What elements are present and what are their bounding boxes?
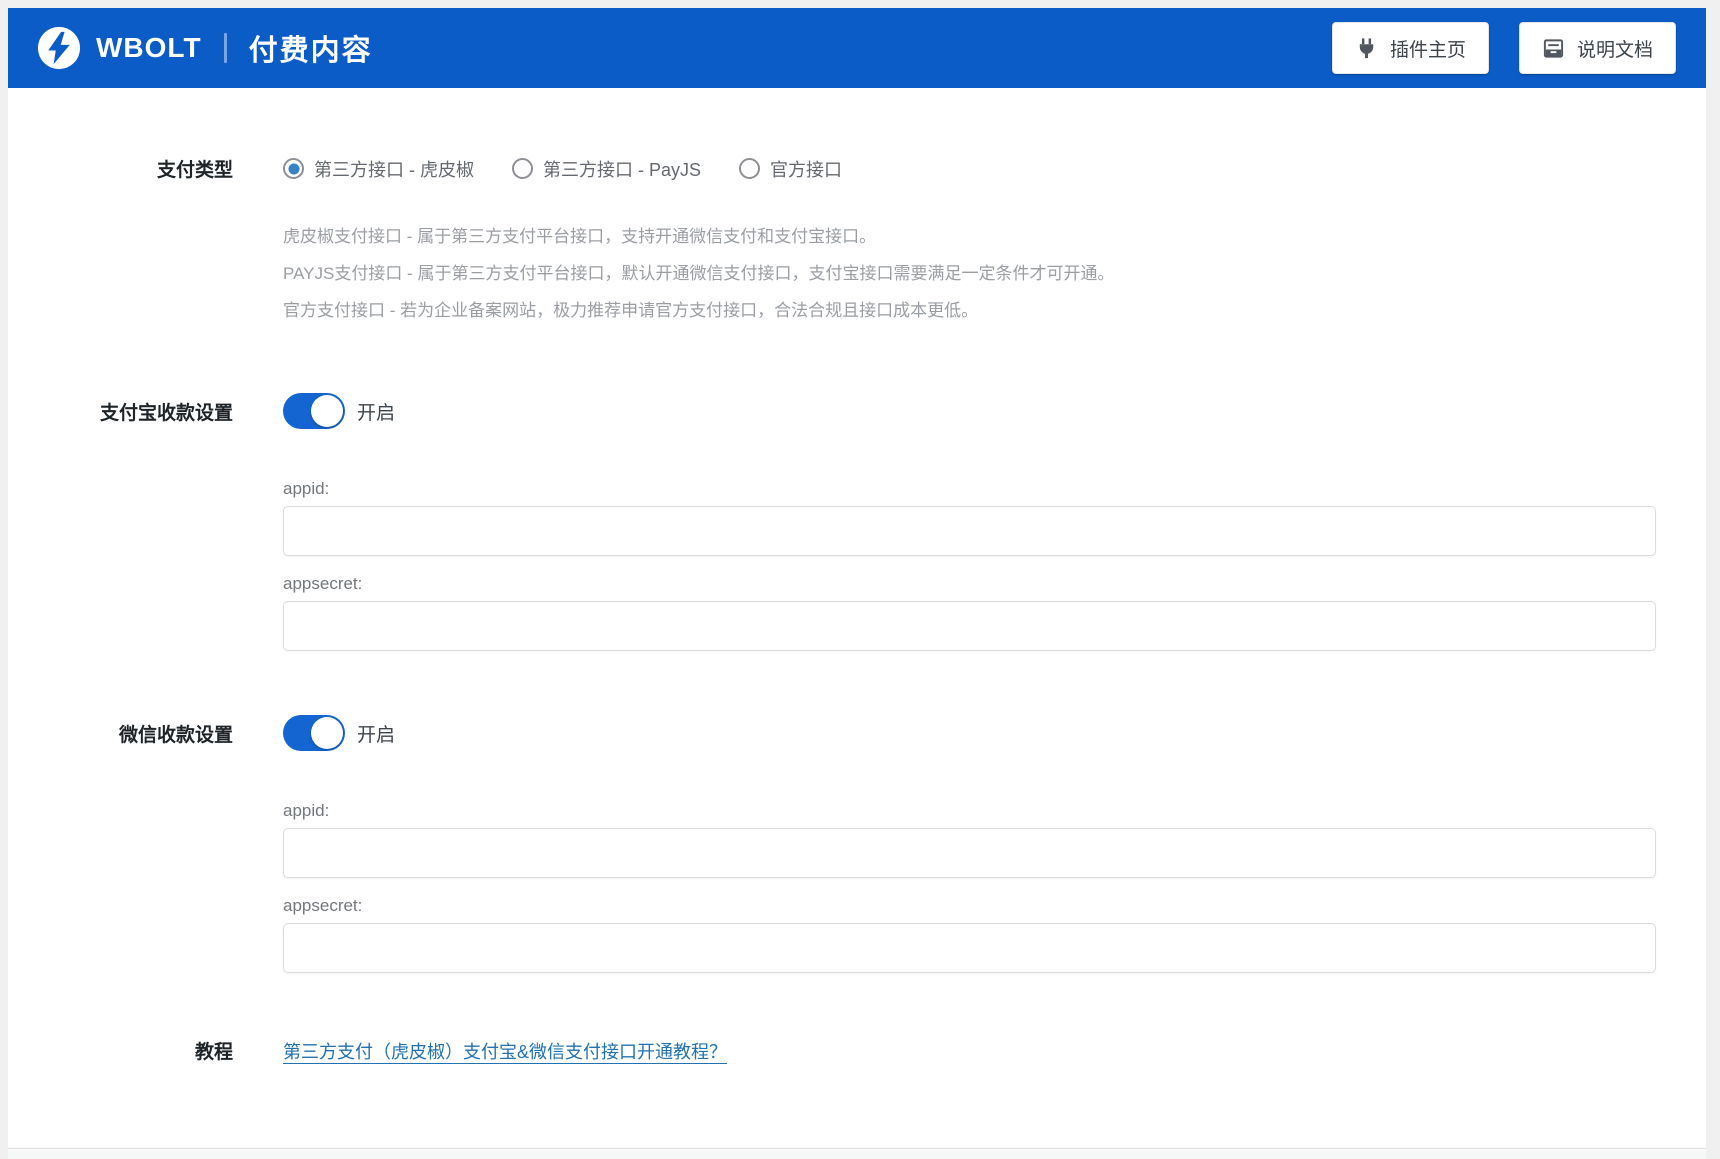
page-title: 付费内容 xyxy=(248,35,373,67)
header-actions: 插件主页 说明文档 xyxy=(1331,22,1676,74)
payment-type-row: 支付类型 第三方接口 - 虎皮椒 第三方接口 - PayJS 官方接口 xyxy=(8,155,1706,182)
alipay-appsecret-input[interactable] xyxy=(283,601,1656,651)
tutorial-link[interactable]: 第三方支付（虎皮椒）支付宝&微信支付接口开通教程？ xyxy=(283,1042,727,1062)
wechat-settings-label: 微信收款设置 xyxy=(118,724,233,746)
desc-hupijiao: 虎皮椒支付接口 - 属于第三方支付平台接口，支持开通微信支付和支付宝接口。 xyxy=(283,227,877,246)
wechat-appsecret-field: appsecret: xyxy=(283,896,1706,973)
wechat-toggle[interactable] xyxy=(283,715,345,751)
radio-payjs-label: 第三方接口 - PayJS xyxy=(543,159,702,180)
docs-button-label: 说明文档 xyxy=(1576,39,1653,61)
tutorial-row: 教程 第三方支付（虎皮椒）支付宝&微信支付接口开通教程？ xyxy=(8,1037,1706,1130)
radio-payjs[interactable]: 第三方接口 - PayJS xyxy=(512,156,701,182)
radio-huphone[interactable]: 第三方接口 - 虎皮椒 xyxy=(283,156,474,182)
radio-official[interactable]: 官方接口 xyxy=(739,156,842,182)
wechat-appid-row: appid: xyxy=(8,751,1706,878)
alipay-toggle[interactable] xyxy=(283,393,345,429)
wechat-toggle-wrap: 开启 xyxy=(283,715,1706,751)
brand-name: WBOLT xyxy=(96,32,202,63)
payment-type-desc-row: 虎皮椒支付接口 - 属于第三方支付平台接口，支持开通微信支付和支付宝接口。 PA… xyxy=(8,182,1706,329)
settings-form: 支付类型 第三方接口 - 虎皮椒 第三方接口 - PayJS 官方接口 虎皮椒支… xyxy=(8,88,1706,1148)
plug-icon xyxy=(1359,37,1374,58)
wechat-appid-label: appid: xyxy=(283,801,330,820)
payment-type-label: 支付类型 xyxy=(156,160,233,181)
alipay-appid-input[interactable] xyxy=(283,506,1656,556)
wbolt-logo-bolt-icon xyxy=(37,26,81,70)
alipay-toggle-state: 开启 xyxy=(357,402,396,424)
brand: WBOLT 付费内容 xyxy=(36,25,373,71)
alipay-toggle-wrap: 开启 xyxy=(283,393,1706,429)
docs-button[interactable]: 说明文档 xyxy=(1518,22,1676,74)
wechat-appid-input[interactable] xyxy=(283,828,1656,878)
header-divider xyxy=(223,33,227,63)
plugin-home-button-label: 插件主页 xyxy=(1389,39,1466,61)
toggle-knob xyxy=(311,395,343,427)
wechat-appsecret-label: appsecret: xyxy=(283,896,363,915)
radio-unselected-icon[interactable] xyxy=(739,158,761,179)
alipay-appid-field: appid: xyxy=(283,479,1706,556)
radio-official-label: 官方接口 xyxy=(770,159,843,180)
alipay-appsecret-label: appsecret: xyxy=(283,574,363,593)
wechat-appid-field: appid: xyxy=(283,801,1706,878)
payment-type-options: 第三方接口 - 虎皮椒 第三方接口 - PayJS 官方接口 xyxy=(283,156,1706,182)
radio-selected-icon[interactable] xyxy=(283,158,304,179)
wechat-settings-row: 微信收款设置 开启 xyxy=(8,715,1706,751)
plugin-home-button[interactable]: 插件主页 xyxy=(1331,22,1489,74)
desc-official: 官方支付接口 - 若为企业备案网站，极力推荐申请官方支付接口，合法合规且接口成本… xyxy=(283,301,979,320)
footer-strip xyxy=(8,1148,1706,1159)
app-header: WBOLT 付费内容 插件主页 说明文档 xyxy=(8,8,1706,88)
alipay-appsecret-row: appsecret: xyxy=(8,556,1706,651)
alipay-appid-label: appid: xyxy=(283,479,330,498)
alipay-settings-row: 支付宝收款设置 开启 xyxy=(8,393,1706,429)
tutorial-label: 教程 xyxy=(194,1042,233,1063)
wechat-appsecret-row: appsecret: xyxy=(8,878,1706,973)
alipay-appid-row: appid: xyxy=(8,429,1706,556)
plugin-settings-page: WBOLT 付费内容 插件主页 说明文档 支付类型 第三方接口 - 虎皮椒 第三… xyxy=(8,8,1706,1159)
doc-icon xyxy=(1543,38,1564,58)
desc-payjs: PAYJS支付接口 - 属于第三方支付平台接口，默认开通微信支付接口，支付宝接口… xyxy=(283,264,1115,283)
wechat-appsecret-input[interactable] xyxy=(283,923,1656,973)
wechat-toggle-state: 开启 xyxy=(357,724,396,746)
alipay-settings-label: 支付宝收款设置 xyxy=(99,402,233,424)
alipay-appsecret-field: appsecret: xyxy=(283,574,1706,651)
toggle-knob xyxy=(311,717,343,749)
radio-huphone-label: 第三方接口 - 虎皮椒 xyxy=(314,159,474,180)
payment-type-descriptions: 虎皮椒支付接口 - 属于第三方支付平台接口，支持开通微信支付和支付宝接口。 PA… xyxy=(283,218,1706,329)
radio-unselected-icon[interactable] xyxy=(512,158,533,179)
